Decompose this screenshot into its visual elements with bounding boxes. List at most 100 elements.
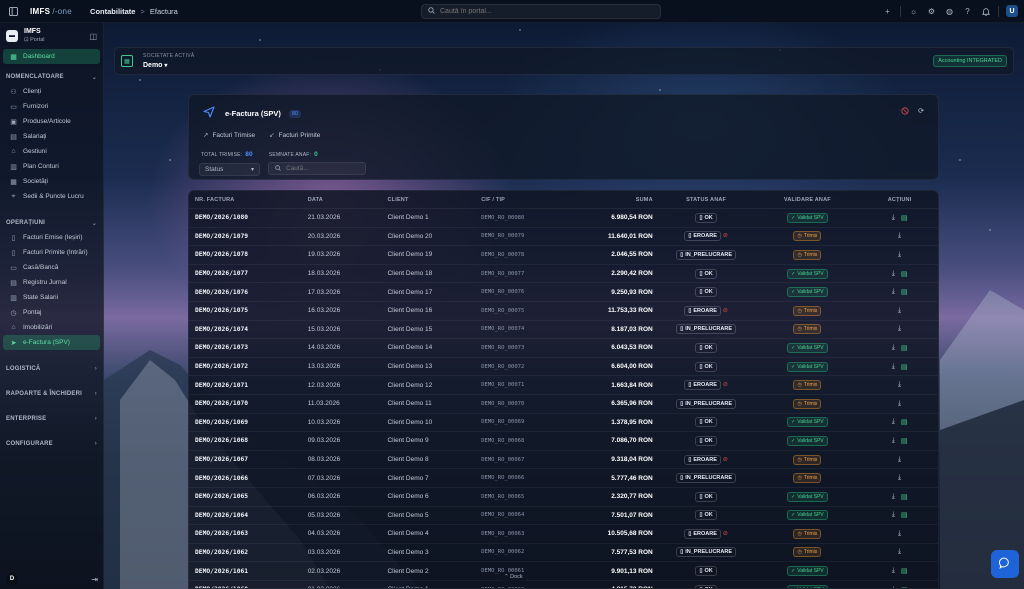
file-check-icon[interactable]: ▤: [901, 344, 908, 352]
sidebar-item-casa-banca[interactable]: ▭ Casă/Bancă: [3, 260, 100, 275]
download-icon[interactable]: ⤓: [892, 214, 895, 222]
sidebar-section-rapoarte[interactable]: RAPOARTE & ÎNCHIDERI ›: [0, 387, 103, 401]
invoice-number[interactable]: DEMO/2026/1066: [189, 475, 302, 482]
table-row[interactable]: DEMO/2026/1080 21.03.2026 Client Demo 1 DEM…: [189, 209, 938, 228]
table-row[interactable]: DEMO/2026/1074 15.03.2026 Client Demo 15 DE…: [189, 321, 938, 340]
table-row[interactable]: DEMO/2026/1068 09.03.2026 Client Demo 9 DEM…: [189, 432, 938, 451]
invoice-number[interactable]: DEMO/2026/1076: [189, 289, 302, 296]
download-icon[interactable]: ⤓: [892, 418, 895, 426]
sidebar-item-dashboard[interactable]: ▦ Dashboard: [3, 49, 100, 64]
file-check-icon[interactable]: ▤: [901, 214, 908, 222]
download-icon[interactable]: ⤓: [892, 511, 895, 519]
sidebar-item-furnizori[interactable]: ▭ Furnizori: [3, 99, 100, 114]
table-row[interactable]: DEMO/2026/1071 12.03.2026 Client Demo 12 DE…: [189, 376, 938, 395]
sidebar-item-registru-jurnal[interactable]: ▤ Registru Jurnal: [3, 275, 100, 290]
sidebar-item-state-salarii[interactable]: ▥ State Salarii: [3, 290, 100, 305]
invoice-number[interactable]: DEMO/2026/1078: [189, 251, 302, 258]
sidebar-section-logistica[interactable]: LOGISTICĂ ›: [0, 362, 103, 376]
col-suma[interactable]: SUMĂ: [555, 197, 659, 203]
download-icon[interactable]: ⤓: [898, 400, 901, 408]
invoice-search[interactable]: [268, 162, 366, 175]
table-row[interactable]: DEMO/2026/1070 11.03.2026 Client Demo 11 DE…: [189, 395, 938, 414]
sidebar-section-operatiuni[interactable]: OPERAȚIUNI ⌄: [0, 216, 103, 230]
table-row[interactable]: DEMO/2026/1062 03.03.2026 Client Demo 3 DEM…: [189, 544, 938, 563]
stop-icon[interactable]: [900, 106, 910, 116]
tab-facturi-trimise[interactable]: ↗ Facturi Trimise: [203, 131, 255, 140]
invoice-number[interactable]: DEMO/2026/1069: [189, 419, 302, 426]
gear-icon[interactable]: ⚙: [926, 6, 937, 17]
tab-facturi-primite[interactable]: ↙ Facturi Primite: [269, 131, 320, 140]
download-icon[interactable]: ⤓: [898, 548, 901, 556]
invoice-number[interactable]: DEMO/2026/1068: [189, 437, 302, 444]
file-check-icon[interactable]: ▤: [901, 288, 908, 296]
invoice-number[interactable]: DEMO/2026/1072: [189, 363, 302, 370]
invoice-number[interactable]: DEMO/2026/1079: [189, 233, 302, 240]
download-icon[interactable]: ⤓: [892, 288, 895, 296]
download-icon[interactable]: ⤓: [898, 232, 901, 240]
table-row[interactable]: DEMO/2026/1077 18.03.2026 Client Demo 18 DE…: [189, 265, 938, 284]
refresh-icon[interactable]: ⟳: [916, 106, 926, 116]
sun-icon[interactable]: ☼: [908, 6, 919, 17]
invoice-number[interactable]: DEMO/2026/1080: [189, 214, 302, 221]
invoice-number[interactable]: DEMO/2026/1064: [189, 512, 302, 519]
download-icon[interactable]: ⤓: [898, 474, 901, 482]
table-row[interactable]: DEMO/2026/1079 20.03.2026 Client Demo 20 DE…: [189, 228, 938, 247]
invoice-number[interactable]: DEMO/2026/1067: [189, 456, 302, 463]
invoice-number[interactable]: DEMO/2026/1063: [189, 530, 302, 537]
col-cif-tip[interactable]: CIF / TIP: [475, 197, 555, 203]
global-search-input[interactable]: [440, 8, 640, 15]
invoice-number[interactable]: DEMO/2026/1074: [189, 326, 302, 333]
sidebar-item-produse[interactable]: ▣ Produse/Articole: [3, 114, 100, 129]
sidebar-item-societati[interactable]: ▦ Societăți: [3, 174, 100, 189]
download-icon[interactable]: ⤓: [892, 437, 895, 445]
table-row[interactable]: DEMO/2026/1067 08.03.2026 Client Demo 8 DEM…: [189, 451, 938, 470]
file-check-icon[interactable]: ▤: [901, 567, 908, 575]
sidebar-item-efactura[interactable]: ➤ e-Factura (SPV): [3, 335, 100, 350]
chat-button[interactable]: [991, 550, 1019, 578]
status-filter-select[interactable]: Status ▾: [199, 163, 260, 176]
col-nr-factura[interactable]: NR. FACTURĂ: [189, 197, 302, 203]
table-row[interactable]: DEMO/2026/1063 04.03.2026 Client Demo 4 DEM…: [189, 525, 938, 544]
sidebar-item-plan-conturi[interactable]: ▥ Plan Conturi: [3, 159, 100, 174]
table-row[interactable]: DEMO/2026/1069 10.03.2026 Client Demo 10 DE…: [189, 414, 938, 433]
invoice-number[interactable]: DEMO/2026/1062: [189, 549, 302, 556]
user-avatar[interactable]: U: [1006, 5, 1018, 17]
sidebar-item-facturi-emise[interactable]: ▯ Facturi Emise (Ieșiri): [3, 230, 100, 245]
help-icon[interactable]: ?: [962, 6, 973, 17]
download-icon[interactable]: ⤓: [898, 307, 901, 315]
invoice-search-input[interactable]: [286, 165, 366, 172]
download-icon[interactable]: ⤓: [898, 456, 901, 464]
sidebar-item-imobilizari[interactable]: ⌂ Imobilizări: [3, 320, 100, 335]
col-status-anaf[interactable]: STATUS ANAF: [659, 197, 754, 203]
download-icon[interactable]: ⤓: [898, 381, 901, 389]
invoice-number[interactable]: DEMO/2026/1065: [189, 493, 302, 500]
download-icon[interactable]: ⤓: [892, 493, 895, 501]
invoice-number[interactable]: DEMO/2026/1070: [189, 400, 302, 407]
sidebar-toggle-icon[interactable]: [8, 6, 18, 16]
breadcrumb-parent[interactable]: Contabilitate: [90, 7, 135, 16]
download-icon[interactable]: ⤓: [898, 530, 901, 538]
plus-icon[interactable]: +: [882, 6, 893, 17]
sidebar-section-enterprise[interactable]: ENTERPRISE ›: [0, 412, 103, 426]
sidebar-item-salariati[interactable]: ▤ Salariați: [3, 129, 100, 144]
download-icon[interactable]: ⤓: [898, 325, 901, 333]
global-search[interactable]: [421, 4, 661, 19]
table-row[interactable]: DEMO/2026/1064 05.03.2026 Client Demo 5 DEM…: [189, 507, 938, 526]
sidebar-item-pontaj[interactable]: ◷ Pontaj: [3, 305, 100, 320]
bell-icon[interactable]: [980, 6, 991, 17]
table-row[interactable]: DEMO/2026/1072 13.03.2026 Client Demo 13 DE…: [189, 358, 938, 377]
palette-icon[interactable]: ◍: [944, 6, 955, 17]
file-check-icon[interactable]: ▤: [901, 493, 908, 501]
file-check-icon[interactable]: ▤: [901, 363, 908, 371]
collapse-sidebar-icon[interactable]: ◫: [89, 32, 97, 41]
user-avatar[interactable]: D: [6, 573, 18, 585]
invoice-number[interactable]: DEMO/2026/1075: [189, 307, 302, 314]
invoice-number[interactable]: DEMO/2026/1061: [189, 568, 302, 575]
table-row[interactable]: DEMO/2026/1075 16.03.2026 Client Demo 16 DE…: [189, 302, 938, 321]
table-row[interactable]: DEMO/2026/106001.03.2026Client Demo 1DEM…: [189, 581, 938, 588]
file-check-icon[interactable]: ▤: [901, 418, 908, 426]
sidebar-item-facturi-primite[interactable]: ▯ Facturi Primite (Intrări): [3, 245, 100, 260]
col-validare-anaf[interactable]: VALIDARE ANAF: [754, 197, 862, 203]
dock-toggle[interactable]: ⌃ Dock: [500, 573, 527, 581]
table-row[interactable]: DEMO/2026/1076 17.03.2026 Client Demo 17 DE…: [189, 283, 938, 302]
